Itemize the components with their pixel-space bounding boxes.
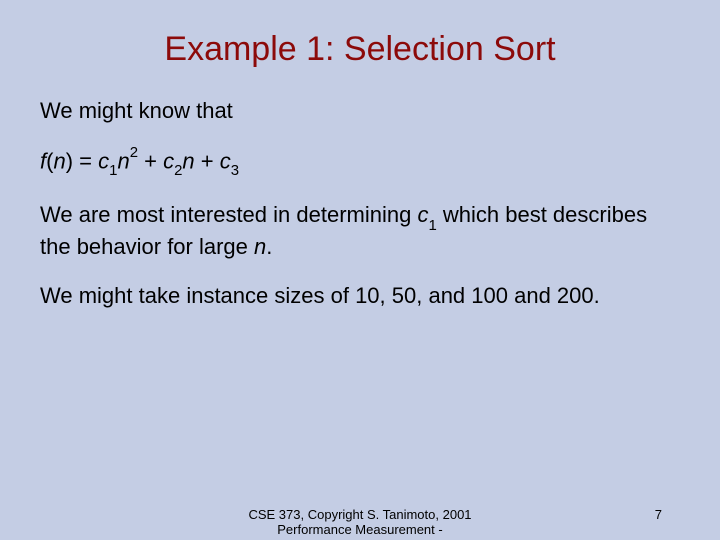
plus-2: + [195,148,220,173]
explain-n: n [254,234,266,259]
sub-3: 3 [231,162,239,179]
footer-center: CSE 373, Copyright S. Tanimoto, 2001 Per… [210,507,510,538]
paren-close-eq: ) = [66,148,98,173]
explain-sub1: 1 [428,217,436,234]
term-n2: n [182,148,194,173]
term-c3: c [220,148,231,173]
explain-line: We are most interested in determining c1… [40,201,680,261]
footer-line2: Performance Measurement - [210,522,510,538]
explain-period: . [266,234,272,259]
sizes-line: We might take instance sizes of 10, 50, … [40,282,680,310]
term-n1: n [117,148,129,173]
intro-line: We might know that [40,97,680,125]
sub-2: 2 [174,162,182,179]
fn-n: n [53,148,65,173]
page-number: 7 [655,507,662,522]
footer-line1: CSE 373, Copyright S. Tanimoto, 2001 [210,507,510,523]
slide: Example 1: Selection Sort We might know … [0,0,720,540]
term-c1: c [98,148,109,173]
slide-body: We might know that f(n) = c1n2 + c2n + c… [0,97,720,310]
slide-title: Example 1: Selection Sort [0,0,720,69]
plus-1: + [138,148,163,173]
formula-line: f(n) = c1n2 + c2n + c3 [40,147,680,179]
explain-c: c [417,202,428,227]
sub-1: 1 [109,162,117,179]
sup-2: 2 [130,144,138,161]
explain-a: We are most interested in determining [40,202,417,227]
term-c2: c [163,148,174,173]
